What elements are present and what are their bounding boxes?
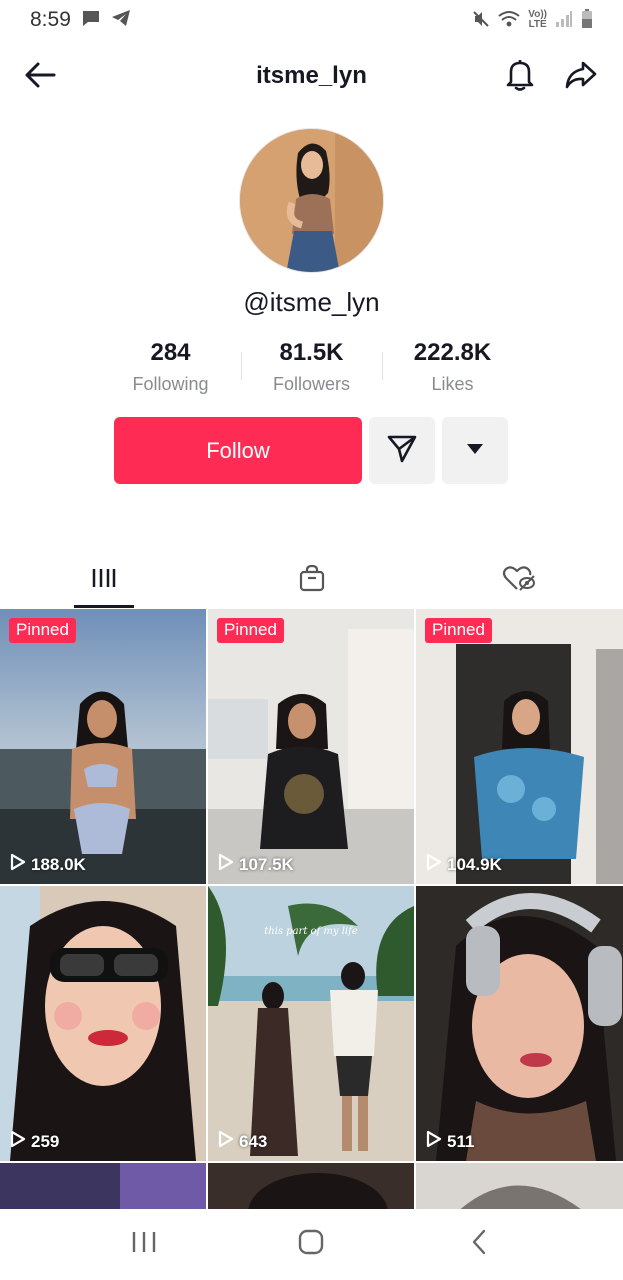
message-button[interactable] (369, 417, 435, 484)
mute-icon (472, 10, 490, 31)
hidden-heart-icon (502, 564, 536, 597)
tab-liked[interactable] (415, 552, 623, 608)
video-grid: Pinned 188.0K Pinned 107.5K Pinned 104.9… (0, 609, 623, 1209)
shopping-bag-icon (298, 564, 326, 597)
back-icon (471, 1229, 487, 1260)
profile-header: itsme_lyn (0, 52, 623, 100)
view-count: 188.0K (10, 853, 86, 876)
video-thumbnail (0, 609, 206, 884)
video-thumbnail (0, 1163, 206, 1209)
profile-tabs (0, 552, 623, 608)
stat-followers-label: Followers (272, 374, 351, 394)
bell-icon (505, 58, 535, 97)
suggested-accounts-button[interactable] (442, 417, 508, 484)
share-button[interactable] (561, 57, 601, 97)
video-thumbnail (416, 1163, 623, 1209)
caret-down-icon (466, 442, 484, 460)
video-tile[interactable]: 511 (416, 886, 623, 1161)
video-tile[interactable]: this part of my life 643 (208, 886, 414, 1161)
view-count: 107.5K (218, 853, 294, 876)
view-count-value: 259 (31, 1131, 60, 1151)
status-bar: 8:59 Vo)) LTE (0, 0, 623, 40)
video-thumbnail (0, 886, 206, 1161)
username-handle: @itsme_lyn (243, 287, 380, 317)
stat-likes-label: Likes (431, 374, 474, 394)
video-thumbnail (416, 609, 623, 884)
play-icon (218, 853, 234, 876)
system-nav-bar (0, 1209, 623, 1280)
home-icon (298, 1229, 324, 1260)
stat-likes[interactable]: 222.8K Likes (382, 338, 523, 402)
video-tile[interactable] (416, 1163, 623, 1209)
video-tile[interactable]: 259 (0, 886, 206, 1161)
video-tile[interactable]: Pinned 188.0K (0, 609, 206, 884)
view-count: 259 (10, 1130, 59, 1153)
pinned-badge: Pinned (9, 618, 76, 643)
play-icon (10, 853, 26, 876)
video-thumbnail (208, 609, 414, 884)
recent-apps-icon (131, 1230, 157, 1259)
play-icon (10, 1130, 26, 1153)
view-count-value: 107.5K (239, 854, 294, 874)
play-icon (218, 1130, 234, 1153)
stat-followers[interactable]: 81.5K Followers (241, 338, 382, 402)
battery-icon (581, 8, 593, 32)
video-tile[interactable]: Pinned 104.9K (416, 609, 623, 884)
notifications-button[interactable] (500, 57, 540, 97)
view-count-value: 511 (447, 1131, 475, 1151)
share-icon (564, 60, 598, 95)
stat-likes-value: 222.8K (413, 339, 492, 366)
tab-shop[interactable] (208, 552, 416, 608)
system-back-button[interactable] (449, 1220, 509, 1270)
follow-button[interactable]: Follow (114, 417, 362, 484)
active-tab-indicator (74, 605, 134, 608)
telegram-icon (111, 9, 131, 32)
signal-icon (555, 10, 573, 31)
status-right: Vo)) LTE (472, 8, 593, 32)
play-icon (426, 1130, 442, 1153)
video-thumbnail (208, 1163, 414, 1209)
tab-videos[interactable] (0, 552, 208, 608)
stat-following-value: 284 (150, 339, 191, 366)
stat-following[interactable]: 284 Following (100, 338, 241, 402)
pinned-badge: Pinned (217, 618, 284, 643)
avatar[interactable] (239, 128, 384, 273)
home-button[interactable] (281, 1220, 341, 1270)
video-tile[interactable] (208, 1163, 414, 1209)
view-count: 104.9K (426, 853, 502, 876)
view-count-value: 104.9K (447, 854, 502, 874)
pinned-badge: Pinned (425, 618, 492, 643)
network-type: Vo)) LTE (528, 10, 547, 30)
video-thumbnail (416, 886, 623, 1161)
avatar-image (240, 129, 383, 272)
view-count: 643 (218, 1130, 267, 1153)
grid-icon (92, 566, 116, 595)
video-tile[interactable]: Pinned 107.5K (208, 609, 414, 884)
video-tile[interactable] (0, 1163, 206, 1209)
stat-following-label: Following (132, 374, 209, 394)
status-time: 8:59 (30, 8, 71, 31)
network-label-bottom: LTE (528, 19, 547, 30)
view-count-value: 643 (239, 1131, 268, 1151)
profile-stats: 284 Following 81.5K Followers 222.8K Lik… (100, 338, 523, 402)
view-count: 511 (426, 1130, 474, 1153)
status-left: 8:59 (30, 8, 131, 32)
wifi-icon (498, 10, 520, 31)
play-icon (426, 853, 442, 876)
recent-apps-button[interactable] (114, 1220, 174, 1270)
stat-followers-value: 81.5K (279, 339, 344, 366)
chat-icon (81, 9, 101, 32)
view-count-value: 188.0K (31, 854, 86, 874)
send-message-icon (386, 432, 418, 469)
video-caption: this part of my life (264, 926, 358, 937)
